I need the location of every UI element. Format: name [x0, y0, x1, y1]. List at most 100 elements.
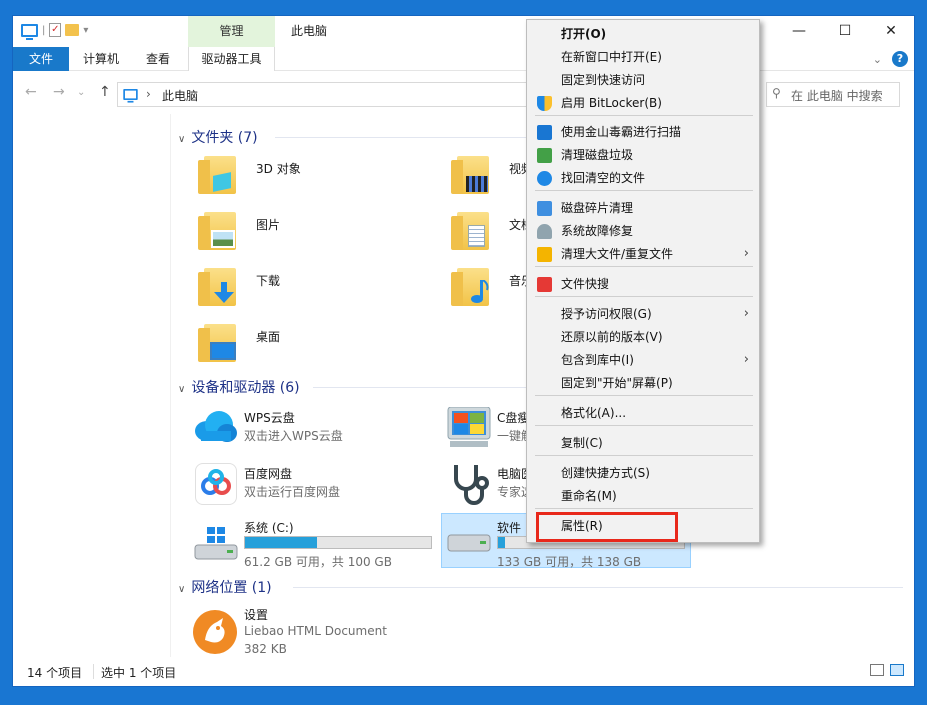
- menu-item-label: 清理大文件/重复文件: [561, 247, 674, 261]
- submenu-chevron-icon: ›: [743, 246, 749, 261]
- menu-item-1[interactable]: 在新窗口中打开(E): [527, 46, 759, 68]
- wps-icon: [537, 277, 552, 292]
- menu-item-label: 使用金山毒霸进行扫描: [561, 125, 682, 139]
- manage-context-tab[interactable]: 管理: [188, 16, 275, 47]
- menu-item-8[interactable]: 系统故障修复: [527, 220, 759, 242]
- music-note-icon: [469, 279, 489, 304]
- item-count: 14 个项目: [27, 666, 83, 680]
- item-label: 软件: [497, 521, 522, 535]
- search-icon: ⚲: [772, 86, 781, 100]
- wps-cloud-icon: [193, 409, 237, 443]
- customize-dropdown-icon[interactable]: ▾: [83, 25, 88, 36]
- toolbar-divider: |: [42, 24, 46, 36]
- details-view-icon[interactable]: [870, 664, 884, 676]
- collapse-chevron-icon[interactable]: ∨: [178, 584, 185, 595]
- menu-separator: [535, 296, 753, 297]
- status-divider: [93, 664, 94, 679]
- menu-item-9[interactable]: 清理大文件/重复文件 ›: [527, 243, 759, 265]
- group-header-folders[interactable]: ∨ 文件夹 (7): [178, 127, 258, 147]
- folder-icon: [451, 212, 491, 250]
- menu-item-0[interactable]: 打开(O): [527, 23, 759, 45]
- help-icon[interactable]: ?: [892, 51, 908, 67]
- breadcrumb-this-pc[interactable]: 此电脑: [162, 87, 198, 104]
- menu-item-13[interactable]: 包含到库中(I) ›: [527, 349, 759, 371]
- item-description: Liebao HTML Document: [244, 624, 387, 638]
- menu-item-label: 固定到"开始"屏幕(P): [561, 376, 673, 390]
- menu-item-6[interactable]: 找回清空的文件: [527, 167, 759, 189]
- tab-computer[interactable]: 计算机: [75, 47, 127, 71]
- menu-item-label: 固定到快速访问: [561, 73, 646, 87]
- computer-icon[interactable]: [21, 23, 38, 40]
- folder-icon: [198, 212, 238, 250]
- item-description: 133 GB 可用，共 138 GB: [497, 555, 642, 569]
- window-controls: — ☐ ✕: [776, 16, 914, 47]
- up-arrow-icon[interactable]: ↑: [99, 84, 111, 100]
- computer-icon: [123, 88, 138, 103]
- search-input[interactable]: ⚲ 在 此电脑 中搜索: [766, 82, 900, 107]
- menu-item-15[interactable]: 格式化(A)...: [527, 402, 759, 424]
- filmstrip-icon: [466, 176, 488, 192]
- group-header-devices[interactable]: ∨ 设备和驱动器 (6): [178, 377, 300, 397]
- navigation-pane[interactable]: [13, 114, 171, 659]
- close-button[interactable]: ✕: [868, 16, 914, 47]
- maximize-button[interactable]: ☐: [822, 16, 868, 47]
- navigation-bar: ← → ⌄ ↑ › 此电脑 ⚲ 在 此电脑 中搜索: [13, 78, 914, 110]
- item-label: 下载: [256, 274, 281, 288]
- defrag-icon: [537, 201, 552, 216]
- menu-item-11[interactable]: 授予访问权限(G) ›: [527, 303, 759, 325]
- menu-item-18[interactable]: 重命名(M): [527, 485, 759, 507]
- group-title: 文件夹 (7): [191, 130, 258, 146]
- collapse-chevron-icon[interactable]: ∨: [178, 384, 185, 395]
- quick-access-toolbar: | ✓ ▾: [21, 23, 88, 40]
- breadcrumb-separator-icon[interactable]: ›: [146, 87, 151, 101]
- item-label: 系统 (C:): [244, 521, 294, 535]
- menu-separator: [535, 508, 753, 509]
- menu-item-17[interactable]: 创建快捷方式(S): [527, 462, 759, 484]
- menu-item-14[interactable]: 固定到"开始"屏幕(P): [527, 372, 759, 394]
- menu-item-label: 打开(O): [561, 27, 607, 41]
- drive-usage-fill: [245, 537, 318, 548]
- tab-drive-tools[interactable]: 驱动器工具: [188, 47, 275, 71]
- item-label: 百度网盘: [244, 467, 293, 481]
- minimize-button[interactable]: —: [776, 16, 822, 47]
- menu-item-label: 创建快捷方式(S): [561, 466, 650, 480]
- large-icons-view-icon[interactable]: [890, 664, 904, 676]
- recent-dropdown-icon[interactable]: ⌄: [77, 87, 85, 98]
- expand-ribbon-icon[interactable]: ⌄: [873, 53, 882, 66]
- group-header-network[interactable]: ∨ 网络位置 (1): [178, 577, 272, 597]
- menu-separator: [535, 455, 753, 456]
- windows-drive-icon: [446, 406, 492, 449]
- item-label: 设置: [244, 608, 269, 622]
- menu-item-label: 包含到库中(I): [561, 353, 634, 367]
- tab-view[interactable]: 查看: [138, 47, 178, 71]
- menu-item-3[interactable]: 启用 BitLocker(B): [527, 92, 759, 114]
- menu-item-16[interactable]: 复制(C): [527, 432, 759, 454]
- group-divider: [293, 587, 903, 588]
- collapse-chevron-icon[interactable]: ∨: [178, 134, 185, 145]
- back-arrow-icon[interactable]: ←: [25, 84, 37, 100]
- menu-item-label: 还原以前的版本(V): [561, 330, 663, 344]
- group-divider: [313, 387, 535, 388]
- menu-item-4[interactable]: 使用金山毒霸进行扫描: [527, 121, 759, 143]
- title-bar: | ✓ ▾ 管理 此电脑 — ☐ ✕: [13, 16, 914, 47]
- menu-item-2[interactable]: 固定到快速访问: [527, 69, 759, 91]
- menu-item-label: 复制(C): [561, 436, 603, 450]
- menu-separator: [535, 425, 753, 426]
- folder-icon: [198, 324, 238, 362]
- menu-separator: [535, 115, 753, 116]
- menu-item-5[interactable]: 清理磁盘垃圾: [527, 144, 759, 166]
- group-title: 网络位置 (1): [191, 580, 272, 596]
- new-folder-icon[interactable]: [65, 24, 80, 36]
- properties-check-icon[interactable]: ✓: [49, 23, 62, 37]
- forward-arrow-icon[interactable]: →: [53, 84, 65, 100]
- menu-item-10[interactable]: 文件快搜: [527, 273, 759, 295]
- item-description: 双击运行百度网盘: [244, 485, 341, 499]
- drive-usage-bar: [244, 536, 432, 549]
- menu-item-label: 启用 BitLocker(B): [561, 96, 662, 110]
- wrench-icon: [537, 224, 552, 239]
- picture-icon: [211, 230, 235, 248]
- menu-item-12[interactable]: 还原以前的版本(V): [527, 326, 759, 348]
- menu-item-7[interactable]: 磁盘碎片清理: [527, 197, 759, 219]
- tab-file[interactable]: 文件: [13, 47, 69, 71]
- recover-icon: [537, 171, 552, 186]
